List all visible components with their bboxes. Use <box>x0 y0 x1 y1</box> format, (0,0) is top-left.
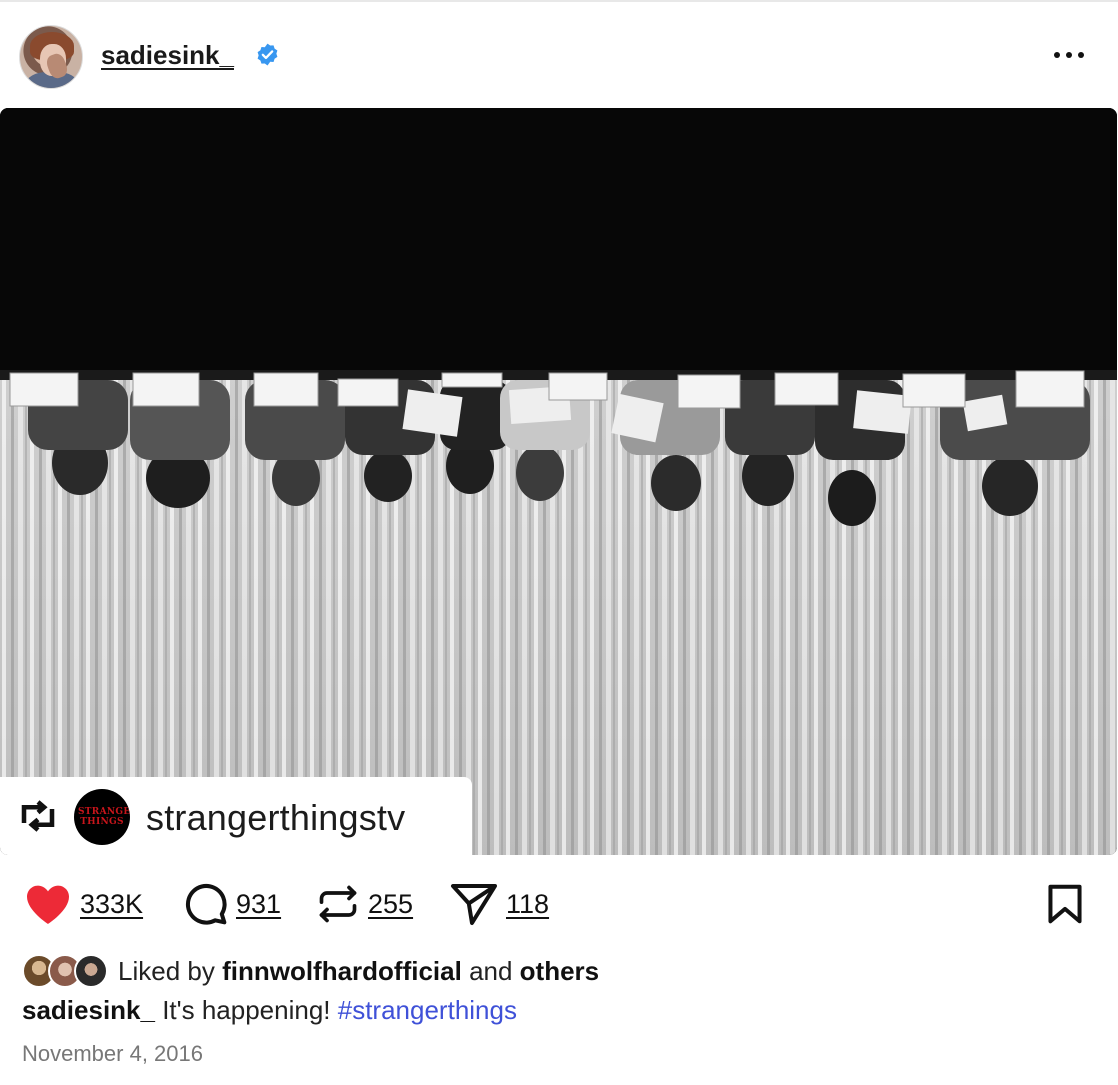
like-count[interactable]: 333K <box>80 889 143 920</box>
post-header: sadiesink_ <box>0 18 1118 90</box>
comment-bubble-icon <box>185 883 227 925</box>
post-date: November 4, 2016 <box>22 1041 203 1066</box>
like-button[interactable]: 333K <box>24 878 143 930</box>
verified-badge-icon <box>257 43 278 66</box>
liked-by-text: Liked by finnwolfhardofficial and others <box>118 956 600 986</box>
post-caption: sadiesink_ It's happening! #strangerthin… <box>22 995 517 1026</box>
repost-attribution[interactable]: STRANGER THINGS strangerthingstv <box>0 777 472 855</box>
user-avatar[interactable] <box>19 25 83 89</box>
liker-avatars <box>22 954 112 988</box>
username-link[interactable]: sadiesink_ <box>101 40 234 71</box>
share-button[interactable]: 118 <box>450 878 549 930</box>
comment-button[interactable]: 931 <box>184 878 281 930</box>
repost-icon <box>21 800 55 832</box>
repost-button[interactable]: 255 <box>316 878 413 930</box>
comment-count[interactable]: 931 <box>236 889 281 920</box>
repost-account-name[interactable]: strangerthingstv <box>146 797 405 839</box>
more-options-icon[interactable] <box>1054 48 1094 62</box>
repost-arrows-icon <box>319 885 357 923</box>
caption-username[interactable]: sadiesink_ <box>22 995 155 1025</box>
repost-count[interactable]: 255 <box>368 889 413 920</box>
others-link[interactable]: others <box>520 956 599 986</box>
hashtag-link[interactable]: #strangerthings <box>338 995 517 1025</box>
top-divider <box>0 0 1118 2</box>
share-count[interactable]: 118 <box>506 889 549 920</box>
post-image[interactable]: STRANGER THINGS strangerthingstv <box>0 108 1117 855</box>
bookmark-icon[interactable] <box>1046 884 1084 924</box>
upside-down-cast-photo <box>0 108 1117 855</box>
caption-text: It's happening! <box>154 995 338 1025</box>
repost-account-avatar[interactable]: STRANGER THINGS <box>74 789 130 845</box>
heart-icon <box>27 885 69 924</box>
liker-username[interactable]: finnwolfhardofficial <box>222 956 462 986</box>
post-actions: 333K 931 255 118 <box>0 878 1118 930</box>
send-icon <box>451 884 497 925</box>
liked-by-row[interactable]: Liked by finnwolfhardofficial and others <box>22 952 1022 990</box>
